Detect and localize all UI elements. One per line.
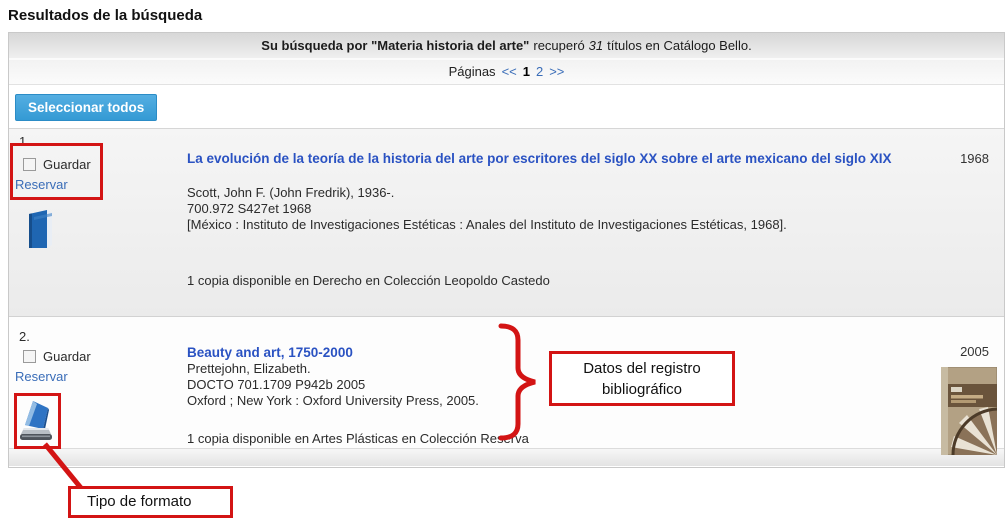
result-1-year: 1968 xyxy=(864,151,989,166)
page-title: Resultados de la búsqueda xyxy=(8,7,202,24)
result-2-call-number: DOCTO 701.1709 P942b 2005 xyxy=(187,377,365,393)
next-page-link[interactable]: >> xyxy=(549,64,564,79)
search-results-page: { "page": { "heading": "Resultados de la… xyxy=(0,0,1006,522)
save-label-1: Guardar xyxy=(43,157,91,172)
table-footer-strip xyxy=(9,448,1004,466)
result-1-title-link[interactable]: La evolución de la teoría de la historia… xyxy=(187,150,899,167)
reserve-link-1[interactable]: Reservar xyxy=(15,177,68,192)
result-1-author: Scott, John F. (John Fredrik), 1936-. xyxy=(187,185,394,201)
select-all-button[interactable]: Seleccionar todos xyxy=(15,94,157,121)
book-cover-thumbnail[interactable] xyxy=(941,367,997,455)
result-1-imprint: [México : Instituto de Investigaciones E… xyxy=(187,217,791,233)
result-1-call-number: 700.972 S427et 1968 xyxy=(187,201,311,217)
annotation-brace xyxy=(493,320,547,446)
current-page-number: 1 xyxy=(523,64,530,79)
result-2-author: Prettejohn, Elizabeth. xyxy=(187,361,311,377)
reserve-link-2[interactable]: Reservar xyxy=(15,369,68,384)
save-label-2: Guardar xyxy=(43,349,91,364)
pagination-label: Páginas xyxy=(449,64,496,79)
pagination-bar: Páginas << 12 >> xyxy=(9,60,1004,85)
search-summary-count: 31 xyxy=(589,38,603,53)
search-summary-bar: Su búsqueda por "Materia historia del ar… xyxy=(9,33,1004,60)
result-2-year: 2005 xyxy=(864,344,989,359)
save-checkbox-2[interactable] xyxy=(23,350,36,363)
result-2-index: 2. xyxy=(19,329,30,344)
search-summary-middle: recuperó xyxy=(533,38,584,53)
toolbar-row: Seleccionar todos xyxy=(9,85,1004,129)
page-2-link[interactable]: 2 xyxy=(536,64,543,79)
results-table: Su búsqueda por "Materia historia del ar… xyxy=(8,32,1005,468)
book-icon xyxy=(21,205,59,251)
prev-page-link[interactable]: << xyxy=(502,64,517,79)
annotation-record-data-label: Datos del registro bibliográfico xyxy=(549,351,735,406)
result-2-availability: 1 copia disponible en Artes Plásticas en… xyxy=(187,431,529,447)
result-2-imprint: Oxford ; New York : Oxford University Pr… xyxy=(187,393,479,409)
search-summary-query: Su búsqueda por "Materia historia del ar… xyxy=(261,38,529,53)
result-1-availability: 1 copia disponible en Derecho en Colecci… xyxy=(187,273,550,289)
search-summary-tail: títulos en Catálogo Bello. xyxy=(607,38,752,53)
annotation-format-type-label: Tipo de formato xyxy=(68,486,233,518)
save-checkbox-1[interactable] xyxy=(23,158,36,171)
